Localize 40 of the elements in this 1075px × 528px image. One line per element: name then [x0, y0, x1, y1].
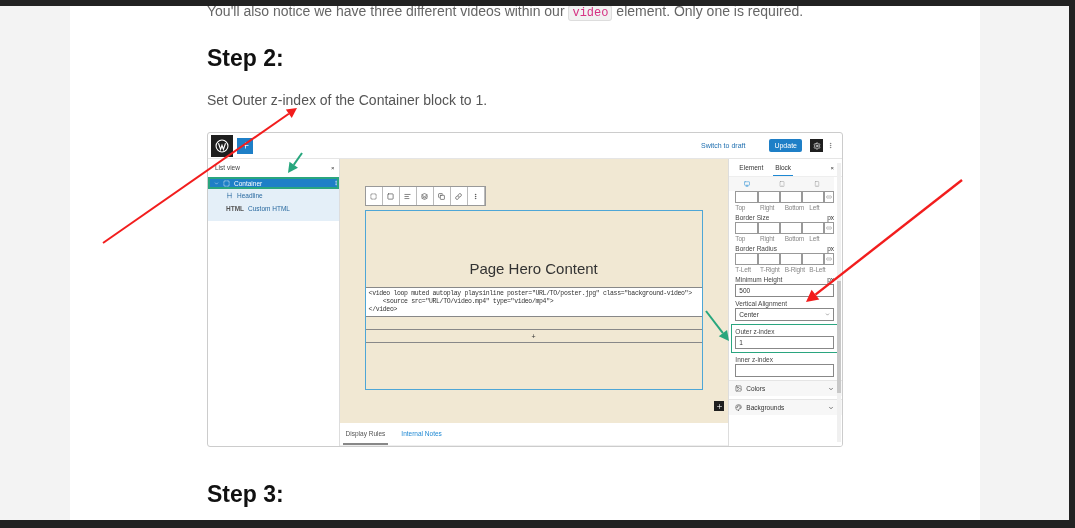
link-button[interactable]: [824, 253, 834, 265]
link-button[interactable]: [824, 191, 834, 203]
copy-icon: [438, 192, 446, 200]
step-heading: Step 3:: [207, 480, 285, 508]
input-field[interactable]: [779, 222, 802, 234]
chevron-icon: [825, 312, 830, 317]
chevron-icon: [828, 385, 834, 392]
link-icon: [455, 192, 463, 200]
link-button[interactable]: [824, 222, 834, 234]
desktop-icon[interactable]: [743, 181, 750, 187]
chevron-icon: [214, 180, 219, 186]
tablet-icon[interactable]: [778, 181, 785, 187]
input-field[interactable]: [779, 191, 802, 203]
input-field[interactable]: [735, 253, 758, 265]
paragraph: Set Outer z-index of the Container block to 1.: [207, 91, 489, 109]
input-field[interactable]: [801, 253, 824, 265]
paragraph: You'll also notice we have three different videos within our video element. Only one is required.: [207, 6, 805, 22]
settings-button[interactable]: [810, 139, 823, 152]
input-field[interactable]: [735, 191, 758, 203]
input-field[interactable]: [757, 253, 780, 265]
plus-icon: [715, 402, 723, 410]
annotation-arrow: [705, 310, 729, 341]
input-field[interactable]: [735, 364, 834, 377]
input-field[interactable]: [779, 253, 802, 265]
kebab-icon: [332, 180, 339, 186]
heading-icon: [226, 192, 233, 199]
align-left-icon: [404, 192, 412, 200]
link-icon: [826, 225, 832, 231]
add-block-button[interactable]: [714, 401, 725, 411]
input-field[interactable]: [757, 191, 780, 203]
phone-icon[interactable]: [813, 181, 820, 187]
input-field[interactable]: [735, 222, 758, 234]
input-field[interactable]: [757, 222, 780, 234]
link-icon: [826, 194, 832, 200]
settings-icon: [812, 141, 821, 150]
link-icon: [826, 256, 832, 262]
step-heading: Step 2:: [207, 44, 285, 72]
chevron-icon: [828, 404, 834, 411]
input-field[interactable]: [801, 222, 824, 234]
input-field[interactable]: [801, 191, 824, 203]
